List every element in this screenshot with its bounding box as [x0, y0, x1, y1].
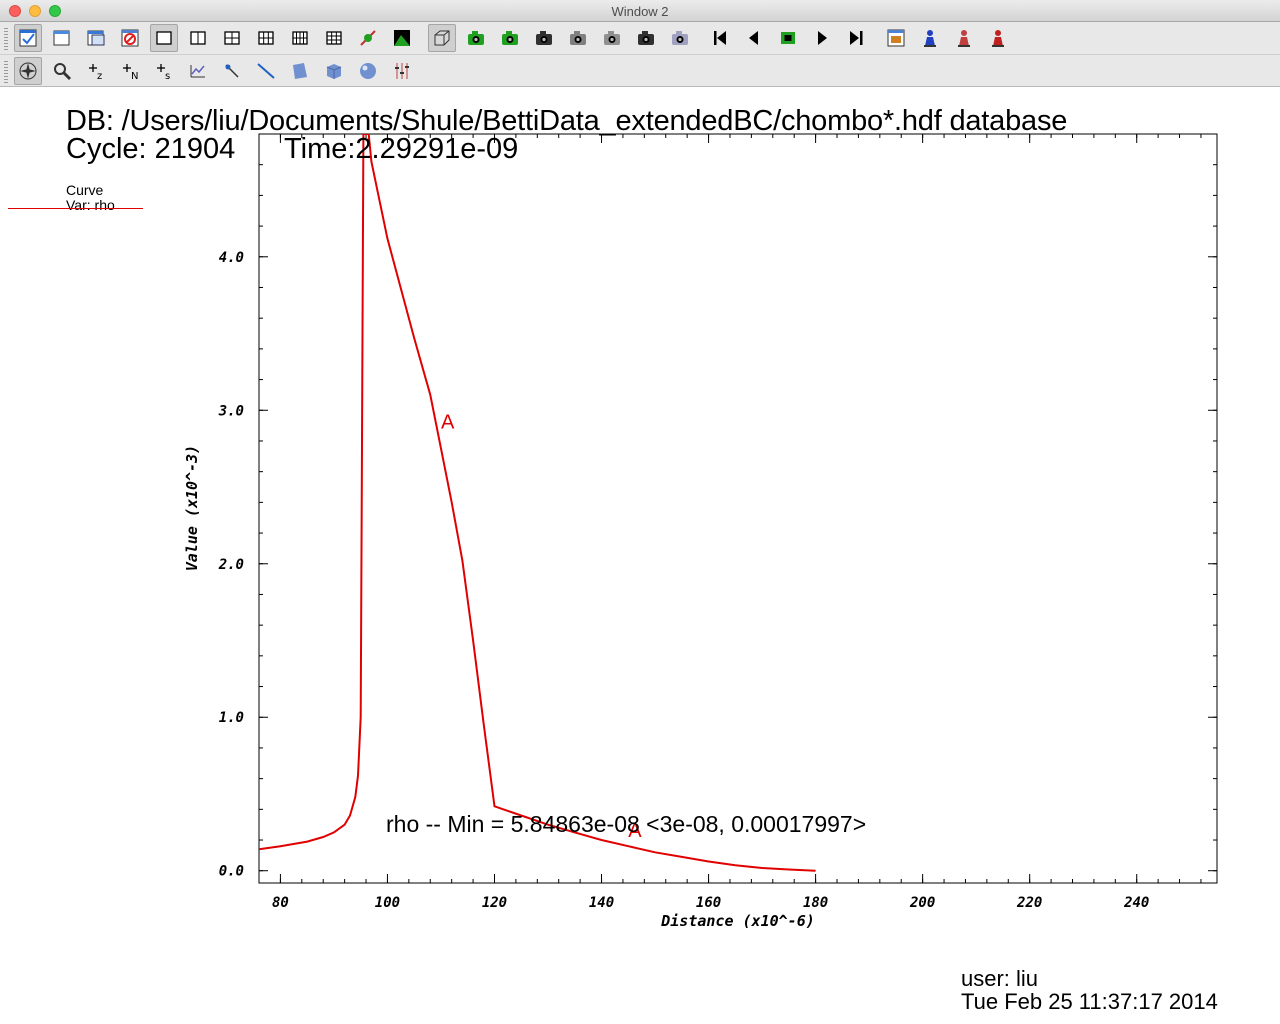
y-tick-label: 1.0 [219, 710, 244, 726]
x-tick-label: 200 [909, 895, 935, 911]
legend-title: Curve [66, 182, 104, 198]
legend-variable: Var: rho [66, 197, 115, 213]
plot-frame [258, 133, 1218, 884]
x-tick-label: 220 [1016, 895, 1042, 911]
x-tick-label: 240 [1123, 895, 1149, 911]
curve-marker-label: A [441, 412, 455, 434]
y-axis-label: Value (x10^-3) [183, 445, 201, 571]
time-annotation: Time:2.29291e-09 [284, 133, 519, 165]
cycle-annotation: Cycle: 21904 [66, 133, 236, 165]
min-max-annotation: rho -- Min = 5.84863e-08 <3e-08, 0.00017… [386, 811, 867, 837]
x-tick-label: 100 [375, 895, 400, 911]
x-tick-label: 120 [482, 895, 507, 911]
date-annotation: Tue Feb 25 11:37:17 2014 [961, 989, 1218, 1014]
curve-line [259, 134, 816, 872]
y-tick-label: 3.0 [218, 403, 244, 419]
x-tick-label: 160 [696, 895, 721, 911]
y-tick-label: 2.0 [218, 557, 244, 573]
x-tick-label: 80 [272, 895, 289, 911]
y-tick-label: 0.0 [219, 864, 244, 880]
x-tick-label: 180 [803, 895, 828, 911]
x-tick-label: 140 [589, 895, 614, 911]
y-tick-label: 4.0 [219, 250, 244, 266]
legend-line-swatch [8, 208, 143, 209]
x-axis-label: Distance (x10^-6) [660, 912, 815, 930]
